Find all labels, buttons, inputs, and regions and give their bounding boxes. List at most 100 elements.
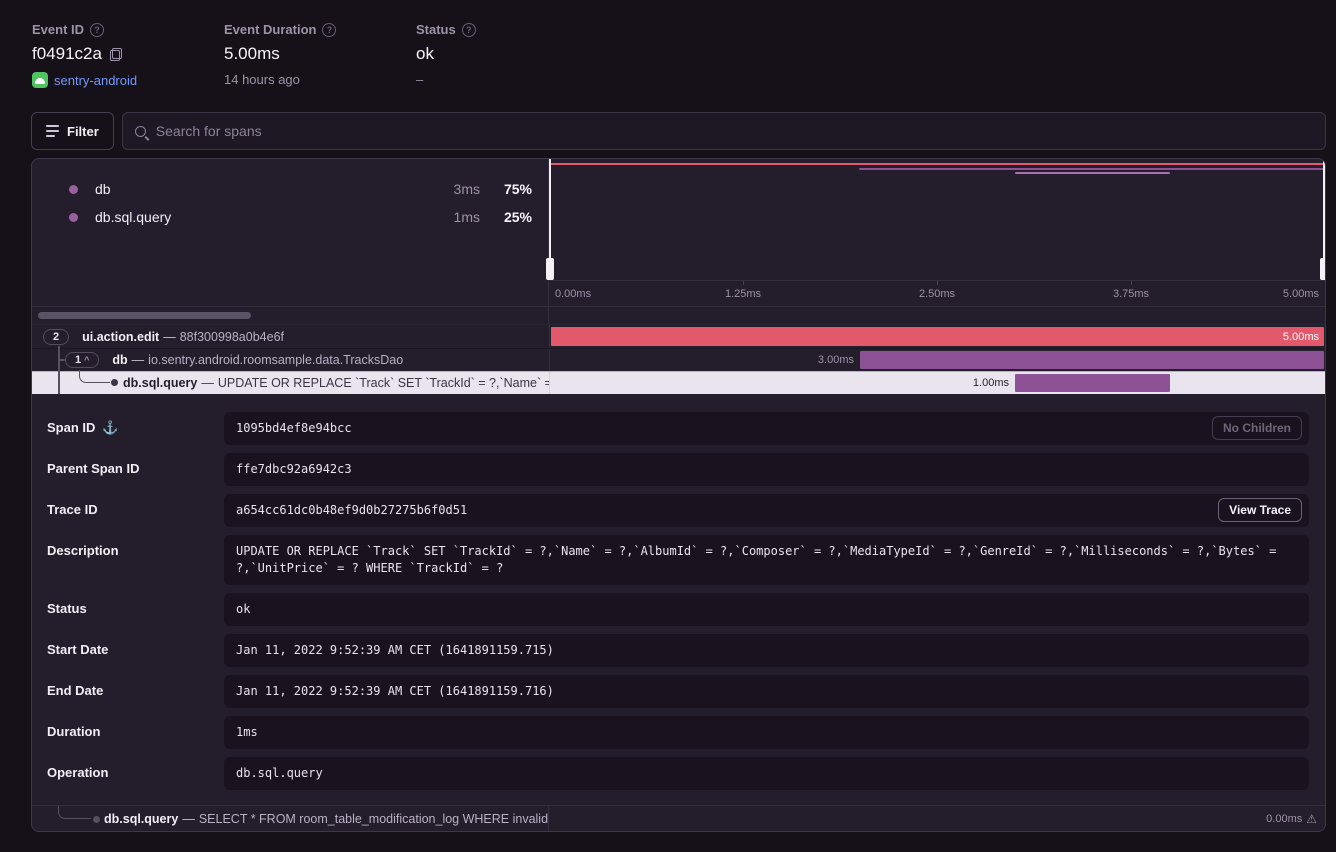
- span-desc: UPDATE OR REPLACE `Track` SET `TrackId` …: [218, 376, 549, 390]
- op-color-dot: [69, 213, 78, 222]
- separator: —: [128, 353, 149, 367]
- start-date-value: Jan 11, 2022 9:52:39 AM CET (1641891159.…: [236, 643, 554, 657]
- help-icon[interactable]: ?: [90, 23, 104, 37]
- detail-row-span-id: Span ID ⚓ 1095bd4ef8e94bcc No Children: [47, 412, 1309, 445]
- minimap-span-line-db: [859, 168, 1324, 170]
- op-name: db: [95, 181, 454, 197]
- android-platform-icon: [32, 72, 48, 88]
- span-op: ui.action.edit: [82, 330, 159, 344]
- detail-label: Description: [47, 543, 119, 558]
- children-count-badge[interactable]: 2: [43, 329, 69, 345]
- event-duration-label: Event Duration: [224, 22, 316, 37]
- description-value: UPDATE OR REPLACE `Track` SET `TrackId` …: [236, 544, 1276, 575]
- tree-leaf-dot: [111, 379, 118, 386]
- span-search[interactable]: [122, 112, 1326, 150]
- trace-id-value: a654cc61dc0b48ef9d0b27275b6f0d51: [236, 503, 467, 517]
- view-trace-button[interactable]: View Trace: [1218, 498, 1302, 522]
- span-desc: 88f300998a0b4e6f: [180, 330, 284, 344]
- span-duration-label: 0.00ms: [1266, 813, 1302, 825]
- legend-item-db[interactable]: db 3ms 75%: [32, 175, 548, 203]
- tree-connector: [79, 370, 110, 383]
- search-icon: [135, 126, 146, 137]
- span-op: db.sql.query: [123, 376, 197, 390]
- detail-row-start-date: Start Date Jan 11, 2022 9:52:39 AM CET (…: [47, 634, 1309, 667]
- detail-row-description: Description UPDATE OR REPLACE `Track` SE…: [47, 535, 1309, 585]
- span-tree: 2 ui.action.edit — 88f300998a0b4e6f 5.00…: [32, 324, 1325, 394]
- parent-span-id-value: ffe7dbc92a6942c3: [236, 462, 352, 476]
- status-label: Status: [416, 22, 456, 37]
- span-duration-label: 1.00ms: [973, 377, 1009, 389]
- span-row-footer-query[interactable]: db.sql.query — SELECT * FROM room_table_…: [32, 805, 1325, 831]
- end-date-value: Jan 11, 2022 9:52:39 AM CET (1641891159.…: [236, 684, 554, 698]
- span-op: db.sql.query: [104, 812, 178, 826]
- span-search-input[interactable]: [156, 123, 1313, 139]
- detail-row-parent-span-id: Parent Span ID ffe7dbc92a6942c3: [47, 453, 1309, 486]
- detail-label: Operation: [47, 765, 108, 780]
- project-link[interactable]: sentry-android: [54, 73, 137, 88]
- status-sub: –: [416, 72, 423, 87]
- minimap-left-handle[interactable]: [549, 159, 551, 280]
- detail-row-status: Status ok: [47, 593, 1309, 626]
- operations-legend: db 3ms 75% db.sql.query 1ms 25%: [32, 159, 549, 306]
- span-id-value: 1095bd4ef8e94bcc: [236, 421, 352, 435]
- detail-row-operation: Operation db.sql.query: [47, 757, 1309, 790]
- span-desc: io.sentry.android.roomsample.data.Tracks…: [148, 353, 403, 367]
- event-id-label: Event ID: [32, 22, 84, 37]
- filter-icon: [46, 125, 59, 137]
- span-row-db[interactable]: 1^ db — io.sentry.android.roomsample.dat…: [32, 348, 1325, 371]
- minimap-span-line-root: [550, 163, 1324, 165]
- spans-toolbar: Filter: [31, 112, 1326, 150]
- op-duration: 1ms: [454, 209, 480, 225]
- duration-value: 1ms: [236, 725, 258, 739]
- copy-icon[interactable]: [110, 48, 122, 61]
- detail-label: Span ID: [47, 420, 95, 435]
- span-duration-bar[interactable]: 5.00ms: [551, 327, 1324, 346]
- separator: —: [159, 330, 180, 344]
- span-row-db-sql-query-selected[interactable]: db.sql.query — UPDATE OR REPLACE `Track`…: [32, 371, 1325, 394]
- no-children-button: No Children: [1212, 416, 1302, 440]
- trace-minimap[interactable]: 0.00ms 1.25ms 2.50ms 3.75ms 5.00ms: [549, 159, 1325, 306]
- op-name: db.sql.query: [95, 209, 454, 225]
- axis-tick-label: 3.75ms: [1113, 288, 1149, 300]
- op-color-dot: [69, 185, 78, 194]
- event-age: 14 hours ago: [224, 72, 300, 87]
- detail-label: Duration: [47, 724, 100, 739]
- separator: —: [178, 812, 199, 826]
- status-block: Status? ok –: [416, 22, 608, 112]
- time-axis: 0.00ms 1.25ms 2.50ms 3.75ms 5.00ms: [549, 280, 1325, 306]
- detail-label: Trace ID: [47, 502, 98, 517]
- event-duration-value: 5.00ms: [224, 44, 280, 64]
- span-op: db: [112, 353, 127, 367]
- legend-item-db-sql-query[interactable]: db.sql.query 1ms 25%: [32, 203, 548, 231]
- minimap-section: db 3ms 75% db.sql.query 1ms 25% 0.00ms 1…: [32, 159, 1325, 306]
- tree-connector: [58, 346, 60, 394]
- op-percent: 75%: [496, 181, 532, 197]
- filter-button[interactable]: Filter: [31, 112, 114, 150]
- status-detail-value: ok: [236, 602, 250, 616]
- minimap-right-handle[interactable]: [1323, 159, 1325, 280]
- detail-label: Status: [47, 601, 87, 616]
- detail-row-duration: Duration 1ms: [47, 716, 1309, 749]
- help-icon[interactable]: ?: [322, 23, 336, 37]
- anchor-icon[interactable]: ⚓: [102, 420, 118, 435]
- detail-label: Parent Span ID: [47, 461, 139, 476]
- detail-label: Start Date: [47, 642, 108, 657]
- tree-connector: [58, 806, 91, 819]
- event-duration-block: Event Duration? 5.00ms 14 hours ago: [224, 22, 416, 112]
- warning-icon: ⚠: [1306, 812, 1317, 826]
- filter-button-label: Filter: [67, 124, 99, 139]
- detail-label: End Date: [47, 683, 103, 698]
- span-duration-bar[interactable]: [860, 351, 1324, 369]
- span-detail-panel: Span ID ⚓ 1095bd4ef8e94bcc No Children Pa…: [32, 394, 1325, 805]
- span-duration-label: 5.00ms: [1283, 331, 1324, 343]
- horizontal-scrollbar[interactable]: [38, 312, 251, 319]
- op-percent: 25%: [496, 209, 532, 225]
- event-id-block: Event ID? f0491c2a sentry-android: [32, 22, 224, 112]
- separator: —: [197, 376, 218, 390]
- detail-row-end-date: End Date Jan 11, 2022 9:52:39 AM CET (16…: [47, 675, 1309, 708]
- children-count-badge[interactable]: 1^: [65, 352, 99, 368]
- help-icon[interactable]: ?: [462, 23, 476, 37]
- minimap-span-line-query: [1015, 172, 1170, 174]
- span-row-ui-action-edit[interactable]: 2 ui.action.edit — 88f300998a0b4e6f 5.00…: [32, 325, 1325, 348]
- span-duration-bar[interactable]: [1015, 374, 1170, 392]
